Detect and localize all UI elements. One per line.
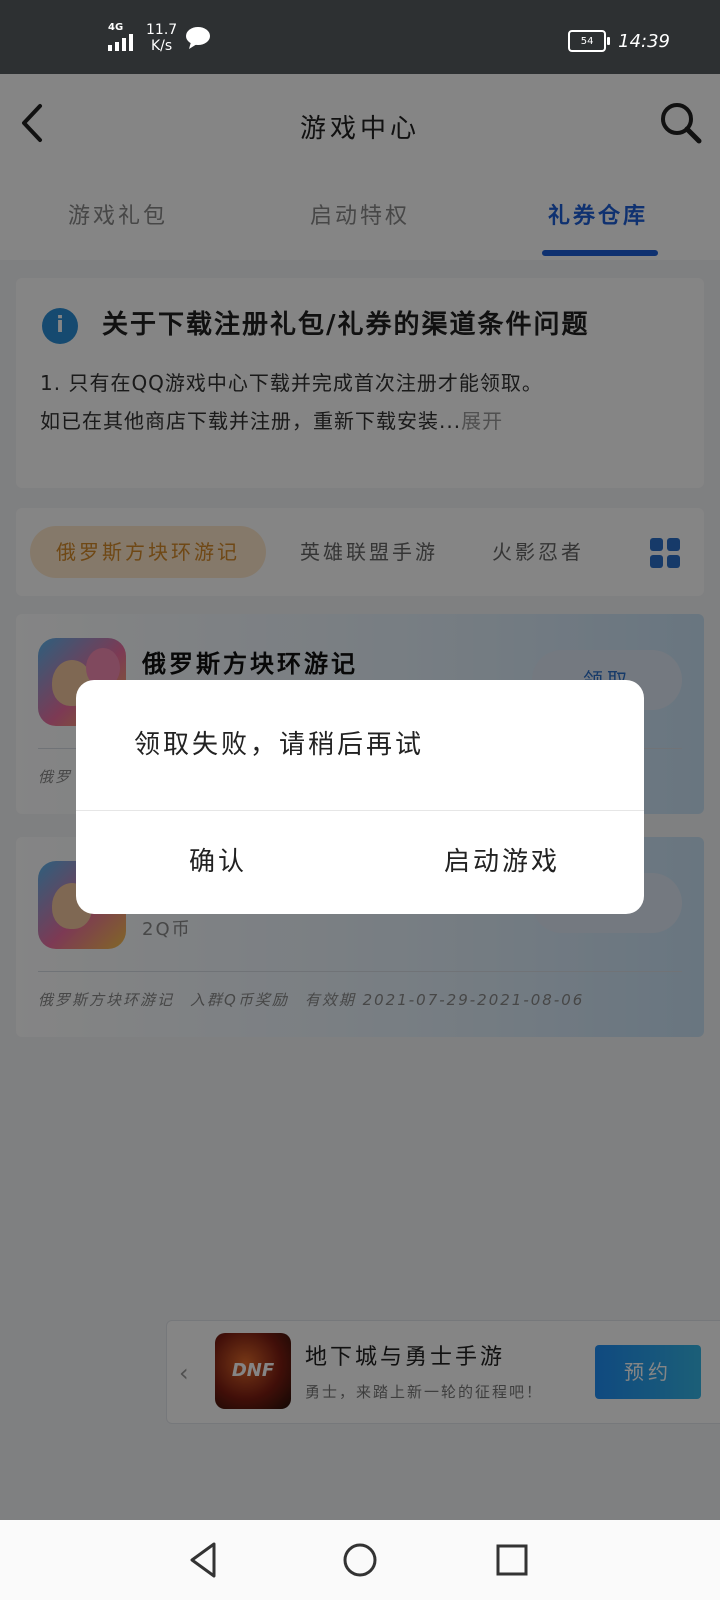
speed-value: 11.7 (146, 22, 178, 38)
network-type: 4G (108, 21, 124, 33)
clock: 14:39 (618, 30, 670, 52)
error-dialog: 领取失败，请稍后再试 确认 启动游戏 (76, 680, 644, 914)
back-triangle-icon[interactable] (182, 1538, 226, 1582)
status-left: 4G 11.7 K/s (108, 22, 211, 54)
network-speed: 11.7 K/s (146, 22, 177, 54)
system-nav-bar (0, 1520, 720, 1600)
chat-bubble-icon (186, 27, 211, 49)
confirm-button[interactable]: 确认 (76, 810, 360, 914)
dialog-message: 领取失败，请稍后再试 (134, 730, 425, 760)
recents-square-icon[interactable] (490, 1538, 534, 1582)
status-bar: 4G 11.7 K/s 54 14:39 (0, 0, 720, 74)
battery-level: 54 (580, 35, 594, 47)
signal-icon (108, 33, 133, 51)
battery-icon: 54 (568, 30, 611, 52)
network-indicator: 4G (108, 21, 138, 54)
home-circle-icon[interactable] (338, 1538, 382, 1582)
status-right: 54 14:39 (568, 30, 670, 52)
launch-game-button[interactable]: 启动游戏 (360, 810, 644, 914)
speed-unit: K/s (150, 38, 173, 54)
